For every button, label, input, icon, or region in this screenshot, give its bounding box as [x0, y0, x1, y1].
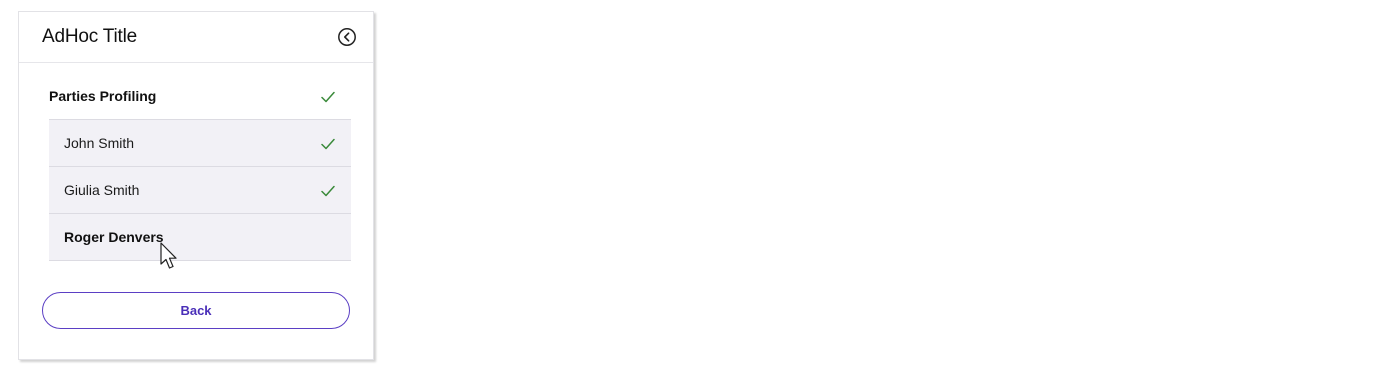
list-item-party[interactable]: Giulia Smith	[49, 166, 351, 213]
section-parties-profiling[interactable]: Parties Profiling	[49, 74, 351, 120]
back-button[interactable]: Back	[42, 292, 350, 329]
collapse-panel-button[interactable]	[337, 27, 357, 47]
checkmark-icon	[321, 91, 335, 103]
panel-header: AdHoc Title	[19, 12, 373, 63]
list-item-label: Roger Denvers	[64, 229, 164, 245]
panel-title: AdHoc Title	[42, 26, 137, 47]
section-label: Parties Profiling	[49, 88, 157, 104]
parties-list: John Smith Giulia Smith Roger Denvers	[49, 119, 351, 261]
list-item-party[interactable]: John Smith	[49, 119, 351, 166]
checkmark-icon	[321, 185, 335, 197]
list-item-party-active[interactable]: Roger Denvers	[49, 213, 351, 261]
chevron-left-circle-icon	[338, 28, 356, 46]
list-item-label: John Smith	[64, 135, 135, 151]
list-item-label: Giulia Smith	[64, 182, 140, 198]
checkmark-icon	[321, 138, 335, 150]
adhoc-panel: AdHoc Title Parties Profiling John Smith…	[18, 11, 374, 360]
